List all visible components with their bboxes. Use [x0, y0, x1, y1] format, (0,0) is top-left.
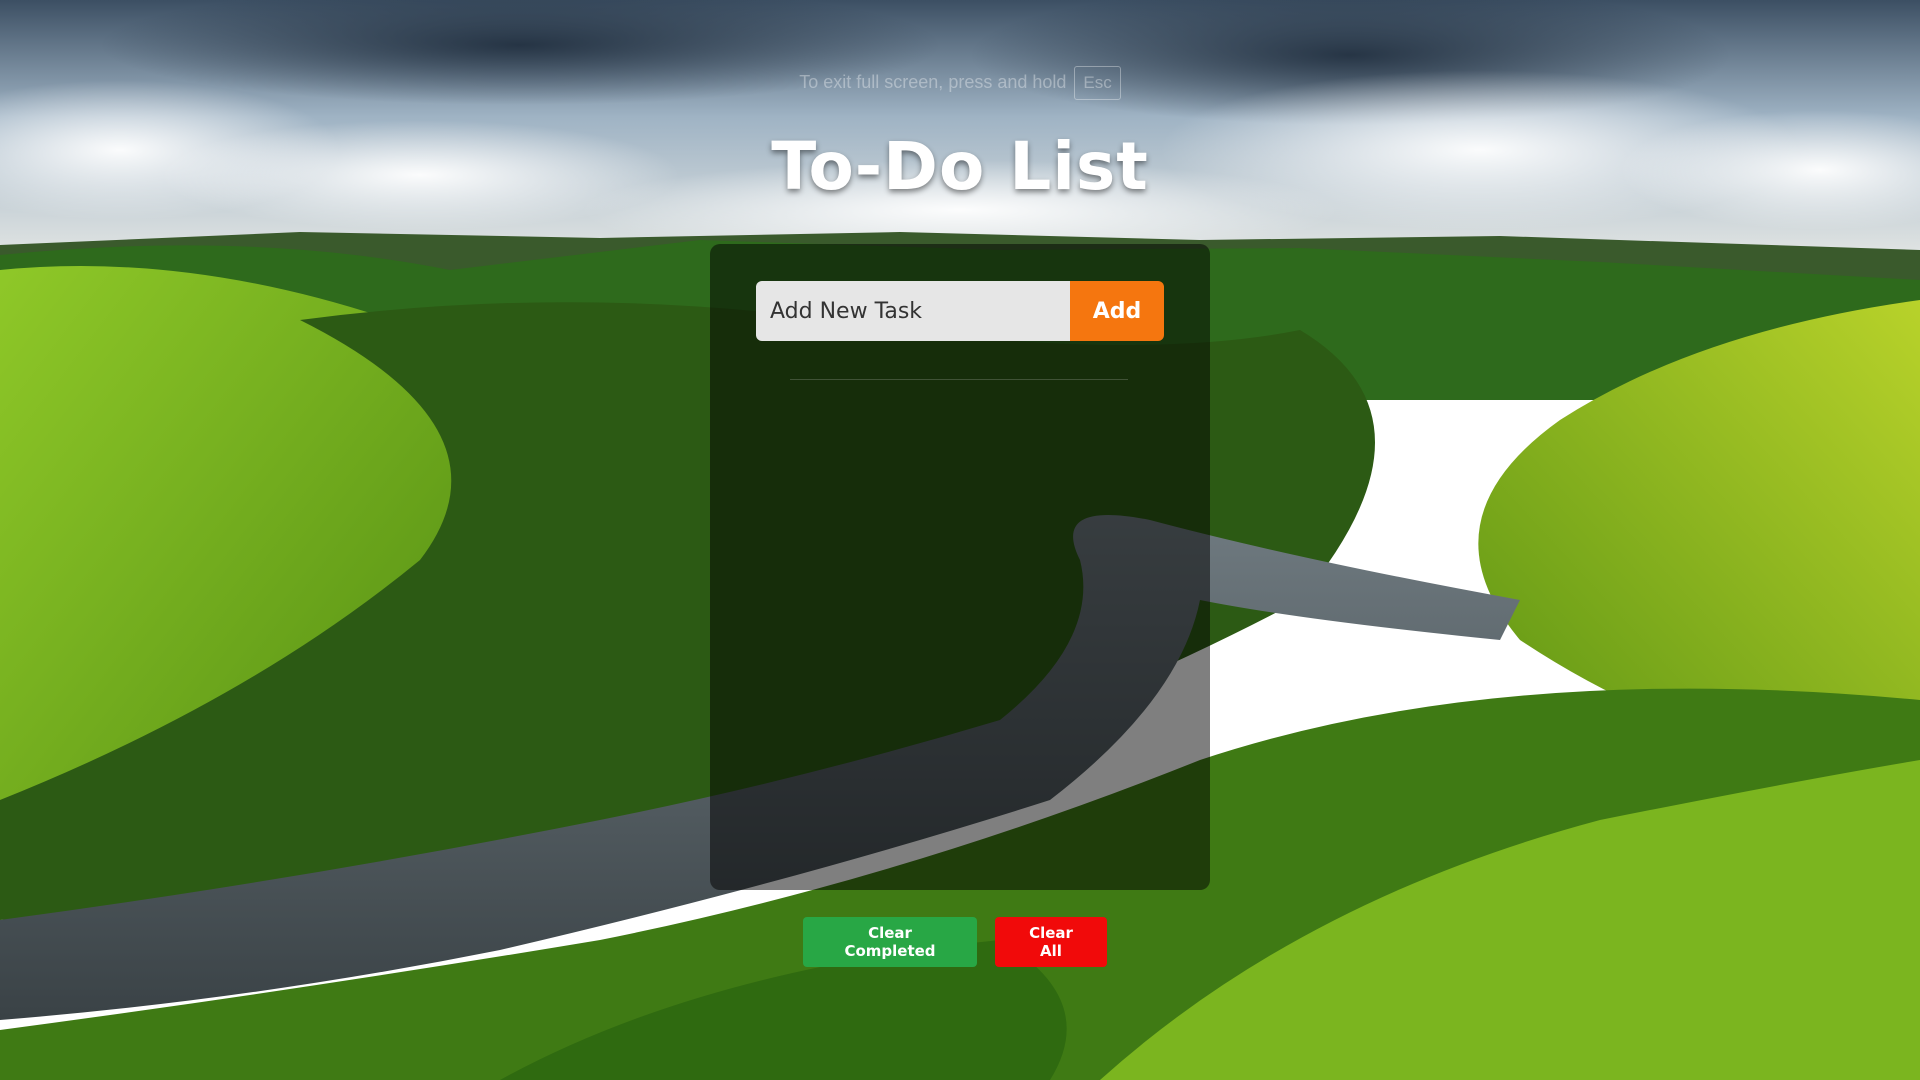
clear-completed-button[interactable]: Clear Completed [803, 917, 977, 967]
fullscreen-hint-text: To exit full screen, press and hold [799, 72, 1067, 92]
clear-all-button[interactable]: Clear All [995, 917, 1107, 967]
esc-key-badge: Esc [1074, 66, 1121, 100]
todo-panel: Add [710, 244, 1210, 890]
add-task-button[interactable]: Add [1070, 281, 1164, 341]
page-title: To-Do List [771, 128, 1149, 205]
new-task-input[interactable] [756, 281, 1070, 341]
add-task-row: Add [756, 281, 1164, 341]
list-actions: Clear Completed Clear All [0, 917, 1920, 967]
task-list-divider [790, 379, 1128, 380]
fullscreen-exit-hint: To exit full screen, press and hold Esc [0, 66, 1920, 100]
